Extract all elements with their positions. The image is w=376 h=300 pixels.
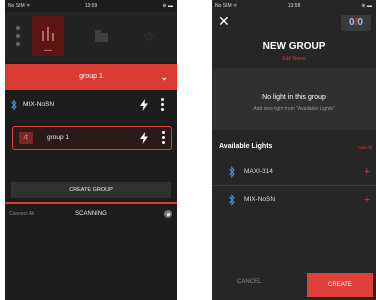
scan-bar: Connect All SCANNING: [5, 205, 177, 223]
group-list-item[interactable]: /1 group 1: [12, 126, 172, 150]
divider: [212, 185, 376, 186]
flash-icon[interactable]: [140, 132, 148, 144]
clock: 13:59: [84, 3, 98, 9]
tab-mixer-active[interactable]: ▬▬: [32, 16, 64, 56]
tab-label: ▬▬: [44, 47, 52, 52]
create-button[interactable]: CREATE: [307, 273, 373, 297]
group-header[interactable]: group 1 ⌄: [5, 64, 177, 90]
stop-scan-icon[interactable]: [164, 210, 172, 218]
flash-icon[interactable]: [140, 99, 148, 111]
menu-icon[interactable]: [15, 26, 21, 50]
close-icon[interactable]: ✕: [218, 14, 230, 28]
star-icon[interactable]: ☆: [143, 29, 156, 43]
add-all-button[interactable]: Add All: [358, 145, 372, 150]
available-light-row[interactable]: MAXI-314 +: [212, 161, 376, 183]
more-options-icon[interactable]: [161, 98, 165, 113]
top-navigation: ▬▬ ☆: [5, 12, 177, 62]
bluetooth-icon: [11, 99, 17, 111]
clock: 13:58: [287, 3, 301, 9]
available-lights-title: Available Lights: [219, 143, 273, 150]
group-header-title: group 1: [79, 73, 103, 80]
light-row[interactable]: MIX-NoSN: [5, 94, 177, 116]
battery-indicator: ⊛ ▬: [162, 3, 173, 9]
group-icon: /1: [19, 132, 33, 144]
available-light-row[interactable]: MIX-NoSN +: [212, 189, 376, 211]
status-bar: No SIM ᯤ 13:59 ⊛ ▬: [5, 0, 177, 12]
available-lights-header: Available Lights Add All: [212, 141, 376, 155]
sliders-icon: [42, 27, 54, 41]
selection-counter: 0/0: [341, 15, 371, 31]
folder-icon[interactable]: [95, 30, 108, 42]
available-light-name: MIX-NoSN: [244, 196, 276, 203]
page-title: NEW GROUP: [262, 41, 326, 52]
bluetooth-icon: [229, 166, 235, 178]
available-light-name: MAXI-314: [244, 168, 273, 175]
empty-state-subtitle: Add new light from "Available Lights": [253, 106, 335, 112]
create-group-button[interactable]: CREATE GROUP: [11, 182, 171, 198]
edit-name-link[interactable]: Edit Name: [212, 56, 376, 62]
cancel-button[interactable]: CANCEL: [237, 279, 261, 285]
group-item-name: group 1: [47, 134, 70, 141]
status-bar: No SIM ᯤ 13:58 ⊛ ▬: [212, 0, 376, 12]
group-list-screen: No SIM ᯤ 13:59 ⊛ ▬ ▬▬ ☆ group 1 ⌄ MIX-No…: [5, 0, 177, 300]
more-options-icon[interactable]: [162, 131, 166, 146]
new-group-screen: No SIM ᯤ 13:58 ⊛ ▬ ✕ 0/0 NEW GROUP Edit …: [212, 0, 376, 300]
empty-state-title: No light in this group: [262, 94, 326, 101]
divider: [5, 202, 177, 204]
counter-total: 0: [357, 17, 363, 28]
bluetooth-icon: [229, 194, 235, 206]
chevron-down-icon[interactable]: ⌄: [160, 64, 168, 90]
light-name: MIX-NoSN: [23, 101, 55, 108]
add-icon[interactable]: +: [364, 161, 370, 183]
battery-indicator: ⊛ ▬: [361, 3, 372, 9]
scan-status: SCANNING: [75, 211, 107, 217]
add-icon[interactable]: +: [364, 189, 370, 211]
